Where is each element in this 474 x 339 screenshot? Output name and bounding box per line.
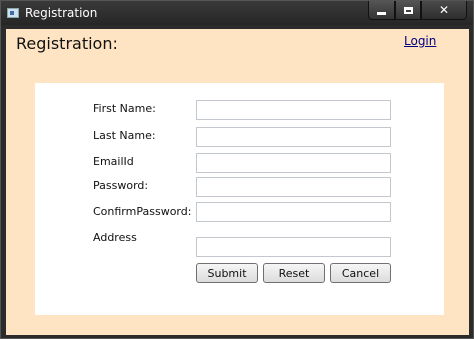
client-area: Registration: Login First Name: Last Nam… [6, 29, 469, 335]
confirm-password-label: ConfirmPassword: [93, 205, 192, 218]
page-title: Registration: [16, 34, 118, 53]
maximize-icon [403, 6, 413, 14]
close-icon: ✕ [438, 3, 450, 17]
address-label: Address [93, 231, 137, 244]
minimize-button[interactable] [368, 1, 395, 20]
caption-buttons: ✕ [368, 1, 467, 20]
password-label: Password: [93, 179, 149, 192]
login-link[interactable]: Login [404, 34, 436, 48]
title-bar[interactable]: Registration ✕ [1, 1, 473, 25]
first-name-field[interactable] [196, 100, 391, 120]
password-field[interactable] [196, 177, 391, 197]
first-name-label: First Name: [93, 102, 156, 115]
confirm-password-field[interactable] [196, 202, 391, 222]
app-icon [7, 8, 19, 18]
last-name-field[interactable] [196, 127, 391, 147]
email-field[interactable] [196, 153, 391, 173]
email-label: EmailId [93, 155, 134, 168]
maximize-button[interactable] [395, 1, 421, 20]
last-name-label: Last Name: [93, 129, 156, 142]
address-field[interactable] [196, 237, 391, 257]
registration-window: Registration ✕ Registration: Login First… [0, 0, 474, 339]
submit-button[interactable]: Submit [196, 263, 258, 283]
cancel-button[interactable]: Cancel [330, 263, 391, 283]
close-button[interactable]: ✕ [421, 1, 467, 20]
reset-button[interactable]: Reset [263, 263, 325, 283]
registration-form: First Name: Last Name: EmailId Password:… [35, 83, 444, 315]
minimize-icon [377, 11, 386, 15]
window-title: Registration [25, 6, 98, 20]
